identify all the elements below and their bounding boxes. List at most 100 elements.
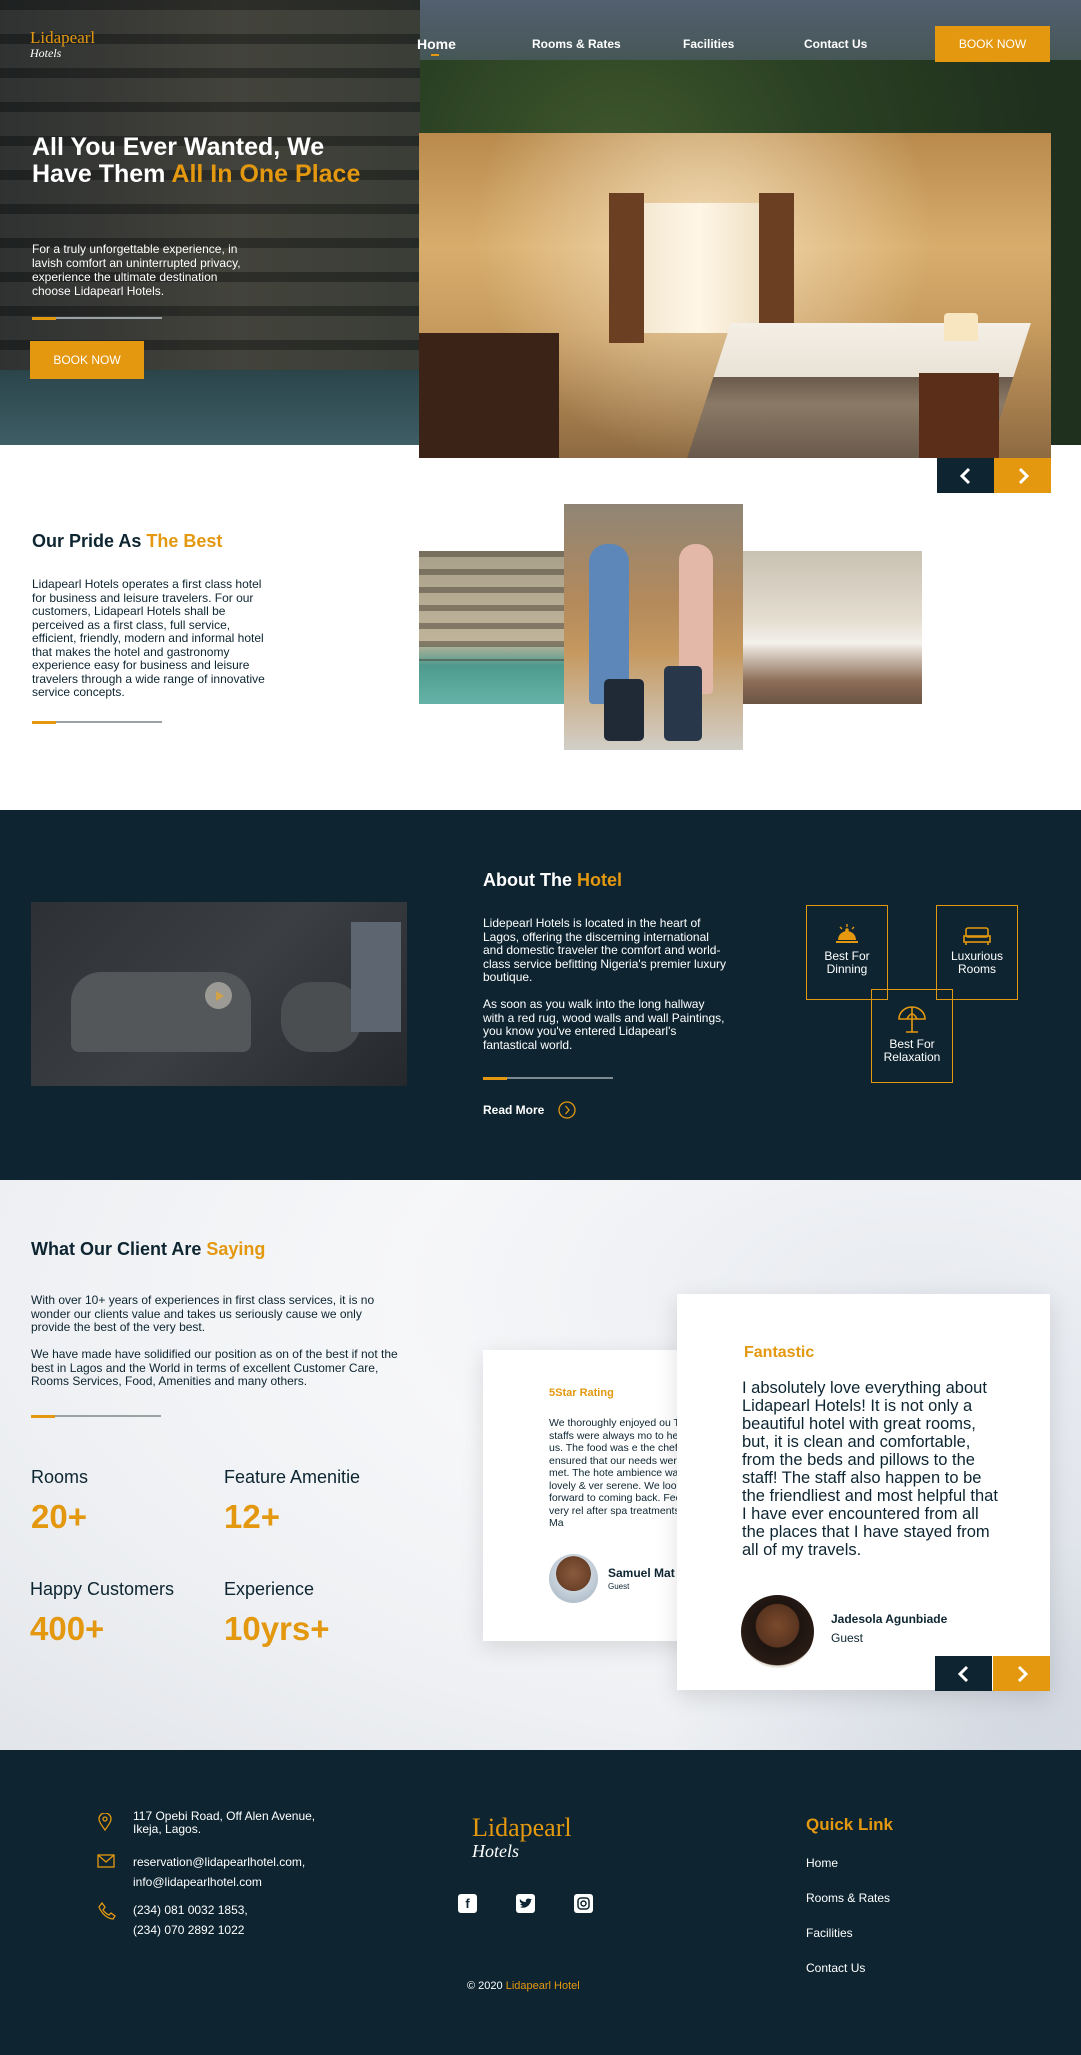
about-read-more-link[interactable]: Read More <box>483 1101 577 1119</box>
nav-book-now-button[interactable]: BOOK NOW <box>935 26 1050 62</box>
footer-logo[interactable]: Lidapearl Hotels <box>472 1813 572 1862</box>
footer-email-info[interactable]: info@lidapearlhotel.com <box>133 1872 305 1892</box>
copyright-text: © 2020 <box>467 1980 506 1992</box>
dining-icon <box>836 924 858 943</box>
phone-icon <box>98 1902 116 1920</box>
pride-image-reception <box>564 504 743 750</box>
video-chair <box>281 982 361 1052</box>
reception-suitcase-1 <box>604 679 644 741</box>
footer-emails: reservation@lidapearlhotel.com, info@lid… <box>133 1852 305 1892</box>
feature-rooms-label: Luxurious Rooms <box>950 949 1004 976</box>
footer-phone-2[interactable]: (234) 070 2892 1022 <box>133 1920 248 1940</box>
testimonial-back-name: Samuel Mat <box>608 1566 675 1580</box>
arrow-circle-right-icon <box>558 1101 577 1119</box>
pride-image-pool <box>419 551 569 704</box>
footer-phone-1[interactable]: (234) 081 0032 1853, <box>133 1900 248 1920</box>
nav-home[interactable]: Home <box>417 36 456 52</box>
clients-divider <box>31 1414 161 1418</box>
testimonial-card-front[interactable]: Fantastic I absolutely love everything a… <box>677 1294 1050 1690</box>
pride-divider <box>32 720 162 724</box>
copyright-brand: Lidapearl Hotel <box>505 1980 580 1992</box>
footer-link-rooms-rates[interactable]: Rooms & Rates <box>806 1891 890 1905</box>
footer-brand-name: Lidapearl <box>472 1813 572 1842</box>
hero-title: All You Ever Wanted, We Have Them All In… <box>32 134 362 188</box>
avatar <box>549 1554 598 1603</box>
stat-amenities: Feature Amenitie 12+ <box>224 1467 360 1536</box>
clients-title-main: What Our Client Are <box>31 1239 207 1259</box>
twitter-icon[interactable] <box>516 1894 535 1913</box>
hero-description: For a truly unforgettable experience, in… <box>32 242 241 298</box>
brand-logo[interactable]: Lidapearl Hotels <box>30 28 95 61</box>
facebook-icon[interactable]: f <box>458 1894 477 1913</box>
play-icon[interactable] <box>205 982 232 1009</box>
hero-room-image <box>419 133 1051 458</box>
read-more-label: Read More <box>483 1103 545 1117</box>
brand-sub: Hotels <box>30 46 62 60</box>
footer-link-home[interactable]: Home <box>806 1856 838 1870</box>
stat-experience: Experience 10yrs+ <box>224 1579 330 1648</box>
testimonial-next-button[interactable] <box>993 1656 1050 1691</box>
feature-dining: Best For Dinning <box>806 905 888 1000</box>
testimonial-back-role: Guest <box>608 1582 630 1591</box>
pool-building-stripes <box>419 551 569 661</box>
about-paragraph-2: As soon as you walk into the long hallwa… <box>483 997 725 1052</box>
chevron-left-icon <box>959 467 970 484</box>
room-curtain-left <box>609 193 644 343</box>
main-nav: Home Rooms & Rates Facilities Contact Us <box>417 36 887 66</box>
footer-copyright: © 2020 Lidapearl Hotel <box>467 1980 580 1992</box>
stat-amenities-value: 12+ <box>224 1498 280 1535</box>
feature-dining-label: Best For Dinning <box>824 949 870 976</box>
testimonial-front-text: I absolutely love everything about Lidap… <box>742 1379 998 1559</box>
room-lamp <box>944 313 978 341</box>
instagram-icon[interactable] <box>574 1894 593 1913</box>
stat-experience-value: 10yrs+ <box>224 1610 330 1647</box>
hero-prev-button[interactable] <box>937 458 994 493</box>
quick-links-title: Quick Link <box>806 1815 893 1834</box>
chevron-right-icon <box>1017 1665 1028 1682</box>
avatar <box>741 1595 814 1668</box>
chevron-left-icon <box>957 1665 968 1682</box>
footer-address: 117 Opebi Road, Off Alen Avenue, Ikeja, … <box>133 1809 316 1836</box>
stat-rooms-label: Rooms <box>31 1467 89 1487</box>
stat-customers-value: 400+ <box>30 1610 105 1647</box>
footer-link-contact-us[interactable]: Contact Us <box>806 1961 865 1975</box>
nav-active-indicator <box>431 54 439 56</box>
testimonial-back-heading: 5Star Rating <box>549 1387 614 1399</box>
stat-amenities-label: Feature Amenitie <box>224 1467 361 1487</box>
testimonial-prev-button[interactable] <box>935 1656 992 1691</box>
nav-facilities[interactable]: Facilities <box>683 37 734 51</box>
feature-relaxation-label: Best For Relaxation <box>883 1037 941 1064</box>
room-window <box>639 203 759 333</box>
clients-paragraph-1: With over 10+ years of experiences in fi… <box>31 1293 375 1334</box>
about-paragraph-1: Lidepearl Hotels is located in the heart… <box>483 916 727 984</box>
about-title-accent: Hotel <box>576 870 622 890</box>
clients-title: What Our Client Are Saying <box>31 1239 265 1260</box>
footer-phones: (234) 081 0032 1853, (234) 070 2892 1022 <box>133 1900 248 1940</box>
room-nightstand <box>919 373 999 458</box>
stat-rooms-value: 20+ <box>31 1498 87 1535</box>
hero-next-button[interactable] <box>994 458 1051 493</box>
mail-icon <box>97 1854 115 1868</box>
chevron-right-icon <box>1018 467 1029 484</box>
reception-suitcase-2 <box>664 666 702 741</box>
footer-email-reservation[interactable]: reservation@lidapearlhotel.com, <box>133 1852 305 1872</box>
bed-icon <box>963 927 991 945</box>
about-title: About The Hotel <box>483 870 622 891</box>
nav-contact-us[interactable]: Contact Us <box>804 37 867 51</box>
clients-paragraph-2: We have made have solidified our positio… <box>31 1347 398 1388</box>
nav-rooms-rates[interactable]: Rooms & Rates <box>532 37 621 51</box>
footer-brand-sub: Hotels <box>472 1841 519 1861</box>
brand-name: Lidapearl <box>30 28 96 47</box>
about-video[interactable] <box>31 902 407 1086</box>
hero-divider <box>32 316 162 320</box>
pride-title-main: Our Pride As <box>32 531 147 551</box>
testimonial-front-name: Jadesola Agunbiade <box>831 1612 948 1626</box>
stat-rooms: Rooms 20+ <box>31 1467 88 1536</box>
footer-link-facilities[interactable]: Facilities <box>806 1926 853 1940</box>
hero-title-accent: All In One Place <box>171 160 361 188</box>
hero-book-now-button[interactable]: BOOK NOW <box>30 341 144 379</box>
testimonial-front-role: Guest <box>831 1631 864 1645</box>
stat-experience-label: Experience <box>224 1579 315 1599</box>
umbrella-icon <box>898 1006 926 1033</box>
stat-customers: Happy Customers 400+ <box>30 1579 174 1648</box>
